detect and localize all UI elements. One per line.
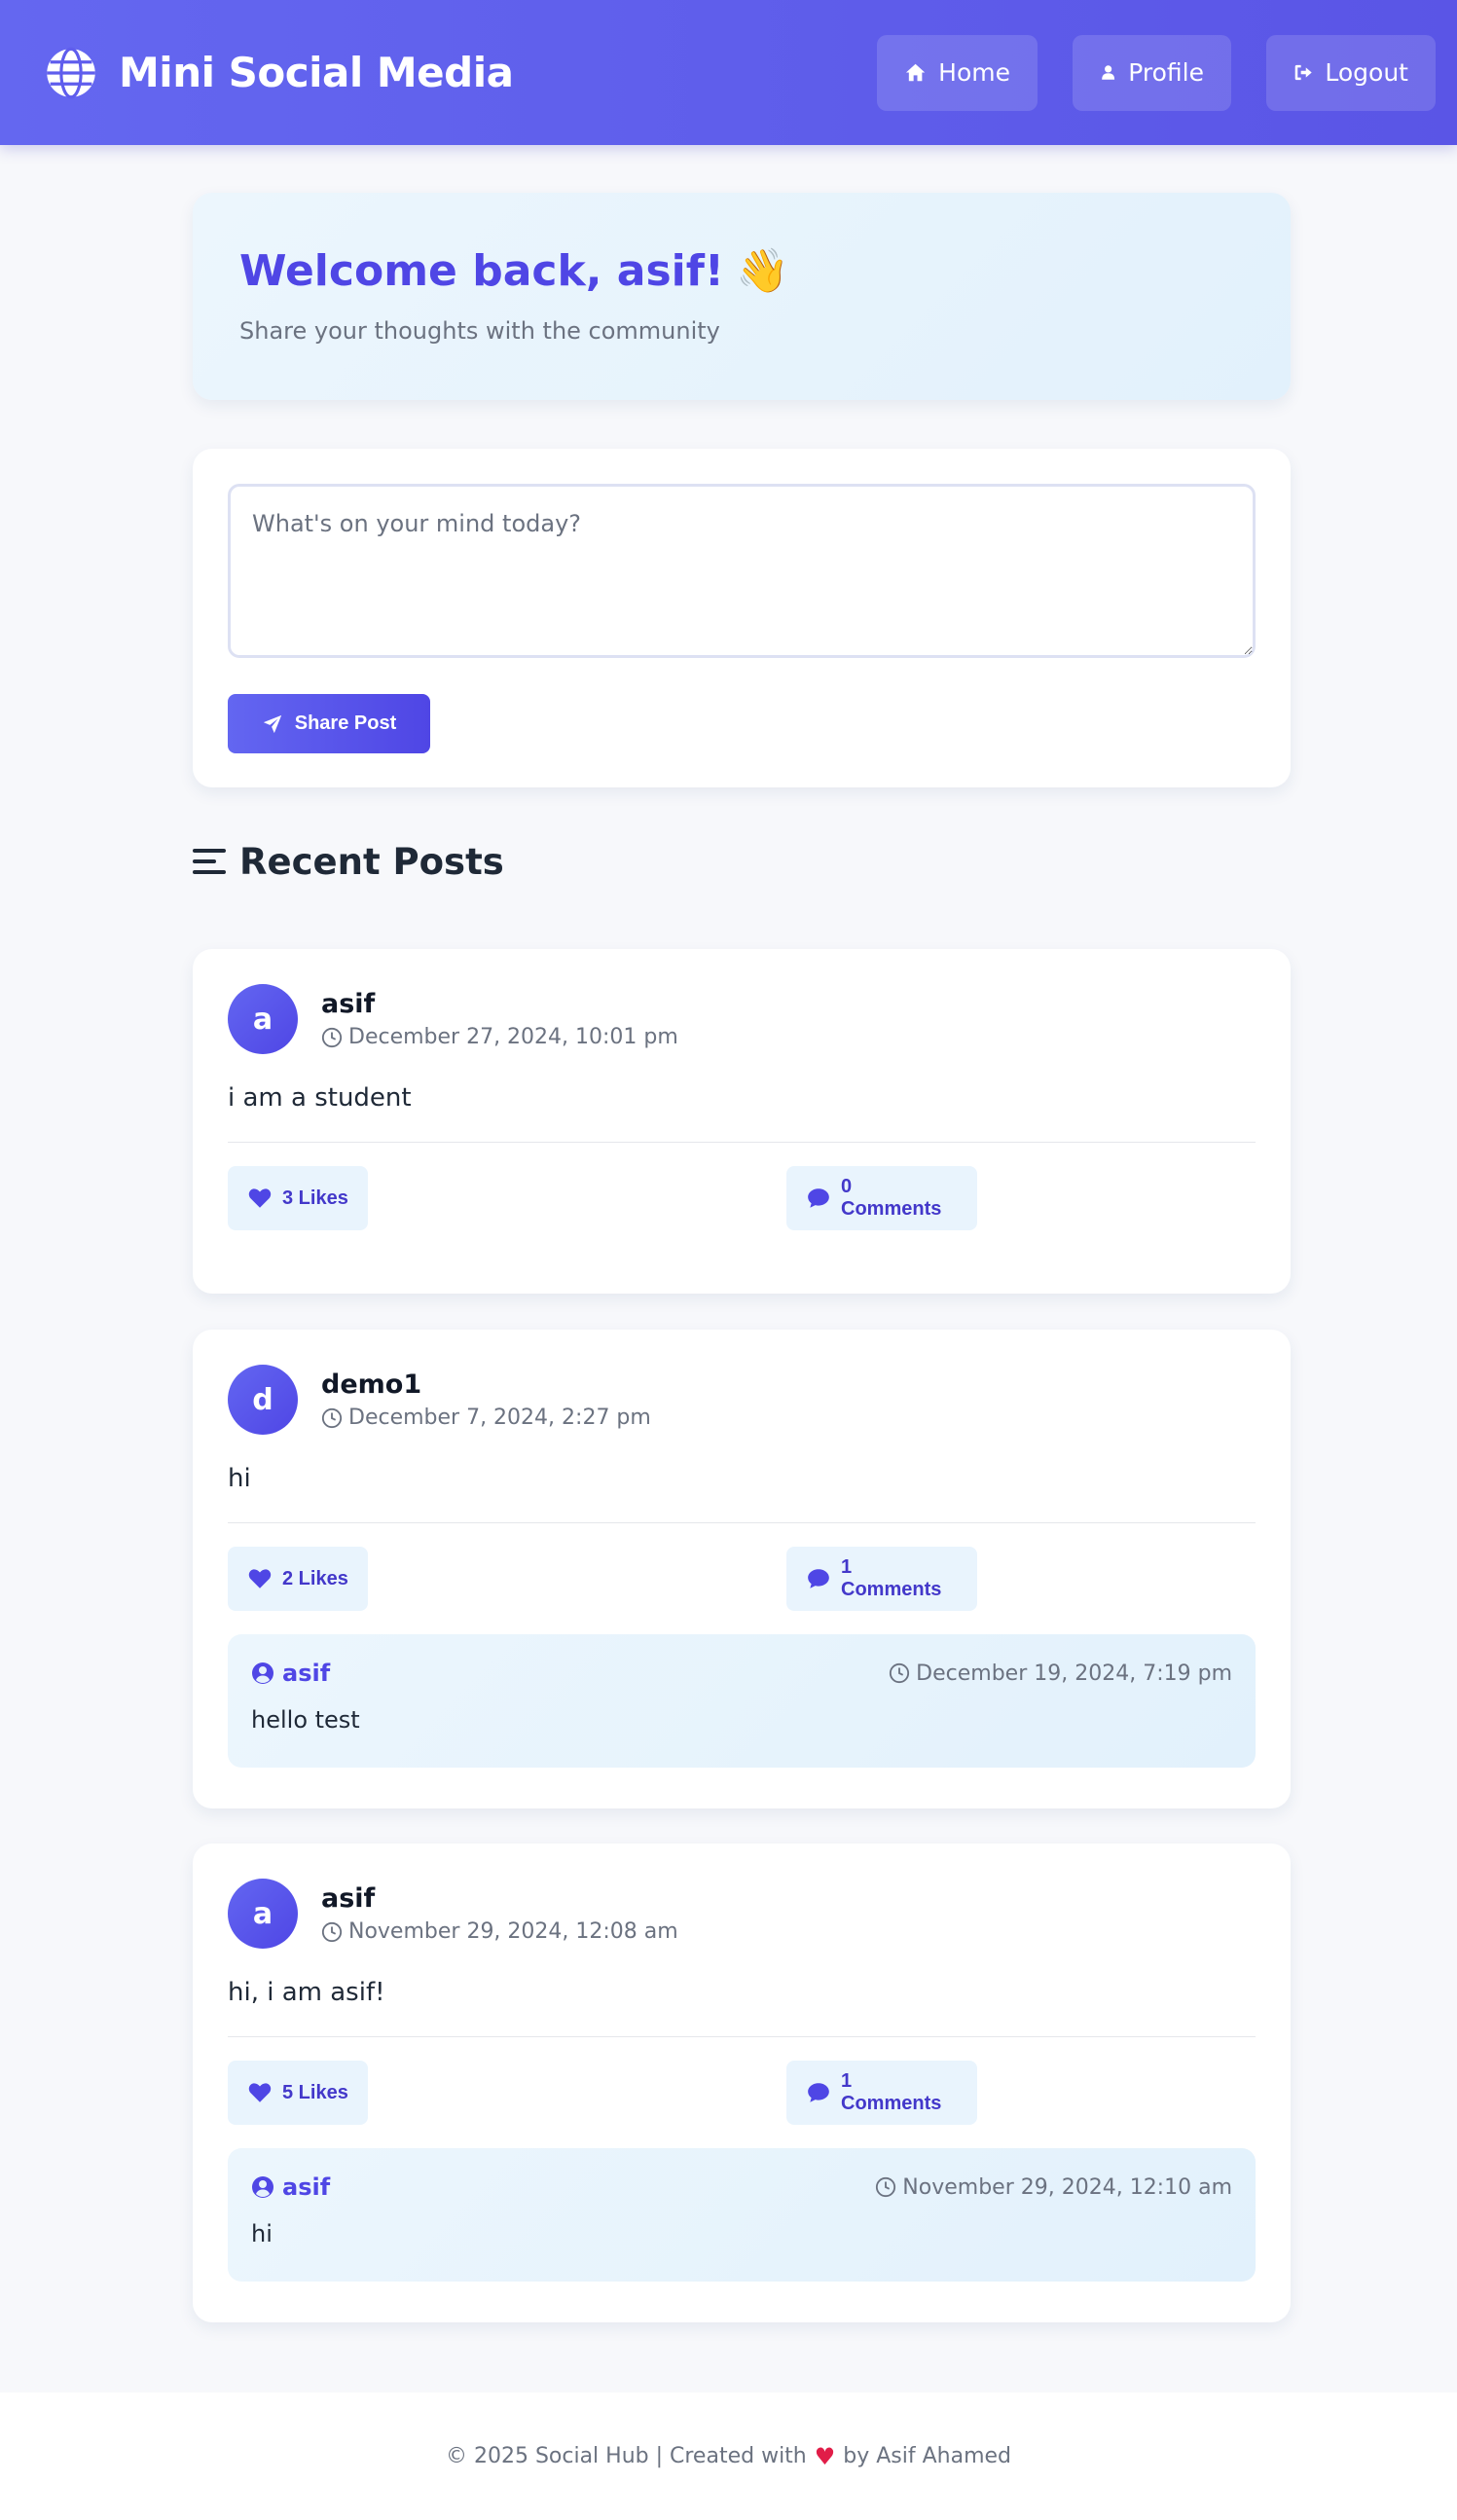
comment-time-text: November 29, 2024, 12:10 am	[902, 2174, 1232, 2200]
post-input[interactable]	[228, 484, 1256, 658]
post-header: a asif November 29, 2024, 12:08 am	[228, 1879, 1256, 1949]
waving-hand-icon: 👋	[735, 246, 789, 296]
like-button[interactable]: 5 Likes	[228, 2061, 368, 2125]
post-header: d demo1 December 7, 2024, 2:27 pm	[228, 1365, 1256, 1435]
avatar[interactable]: a	[228, 984, 298, 1054]
post-card: a asif December 27, 2024, 10:01 pm i am …	[193, 949, 1291, 1294]
comment-item: asif November 29, 2024, 12:10 am hi	[228, 2148, 1256, 2282]
share-post-label: Share Post	[294, 712, 397, 734]
post-time-text: December 27, 2024, 10:01 pm	[348, 1025, 678, 1049]
post-header: a asif December 27, 2024, 10:01 pm	[228, 984, 1256, 1054]
recent-posts-header: Recent Posts	[193, 835, 1291, 888]
clock-icon	[321, 1027, 343, 1047]
comment-count: 0 Comments	[841, 1176, 942, 1220]
post-author[interactable]: asif	[321, 989, 678, 1019]
post-time: December 7, 2024, 2:27 pm	[321, 1406, 651, 1430]
post-card: d demo1 December 7, 2024, 2:27 pm hi 2 L…	[193, 1330, 1291, 1808]
user-icon	[1102, 65, 1115, 80]
comment-time-text: December 19, 2024, 7:19 pm	[916, 1661, 1232, 1686]
avatar[interactable]: a	[228, 1879, 298, 1949]
comment-count: 1 Comments	[841, 1556, 942, 1600]
welcome-heading: Welcome back, asif! 👋	[239, 245, 1244, 297]
nav-home-label: Home	[938, 58, 1010, 87]
globe-icon	[47, 47, 95, 98]
nav-logout-button[interactable]: Logout	[1266, 34, 1436, 111]
clock-icon	[321, 1407, 343, 1428]
comment-author-name: asif	[282, 1660, 331, 1687]
nav-profile-label: Profile	[1128, 58, 1204, 87]
comment-author[interactable]: asif	[251, 2173, 330, 2201]
post-divider	[228, 2036, 1256, 2037]
welcome-card: Welcome back, asif! 👋 Share your thought…	[193, 193, 1291, 400]
comments-button[interactable]: 1 Comments	[786, 1547, 977, 1611]
footer-text-left: © 2025 Social Hub | Created with	[445, 2444, 807, 2468]
user-circle-icon	[252, 2176, 273, 2198]
post-author[interactable]: demo1	[321, 1370, 651, 1400]
heart-icon	[248, 2083, 272, 2102]
like-button[interactable]: 2 Likes	[228, 1547, 368, 1611]
avatar[interactable]: d	[228, 1365, 298, 1435]
like-count: 3 Likes	[282, 1187, 348, 1209]
post-body: i am a student	[228, 1083, 412, 1113]
comment-time: November 29, 2024, 12:10 am	[875, 2175, 1232, 2200]
comments-button[interactable]: 1 Comments	[786, 2061, 977, 2125]
comment-author[interactable]: asif	[251, 1660, 330, 1687]
welcome-subtitle: Share your thoughts with the community	[239, 317, 720, 345]
post-body: hi	[228, 1464, 251, 1493]
app-title: Mini Social Media	[119, 49, 514, 96]
heart-icon: ♥	[814, 2442, 836, 2470]
post-author[interactable]: asif	[321, 1883, 678, 1914]
comment-icon	[808, 2083, 829, 2102]
comments-button[interactable]: 0 Comments	[786, 1166, 977, 1230]
post-divider	[228, 1522, 1256, 1523]
comment-header: asif December 19, 2024, 7:19 pm	[251, 1660, 1232, 1687]
clock-icon	[321, 1921, 343, 1942]
post-card: a asif November 29, 2024, 12:08 am hi, i…	[193, 1844, 1291, 2322]
logout-icon	[1294, 64, 1312, 81]
navbar: Mini Social Media Home Profile Logout	[0, 0, 1457, 145]
clock-icon	[890, 1662, 910, 1684]
post-time-text: December 7, 2024, 2:27 pm	[348, 1406, 651, 1430]
comment-author-name: asif	[282, 2173, 331, 2201]
comment-header: asif November 29, 2024, 12:10 am	[251, 2173, 1232, 2201]
comment-time: December 19, 2024, 7:19 pm	[889, 1662, 1232, 1686]
footer: © 2025 Social Hub | Created with ♥ by As…	[0, 2392, 1457, 2520]
like-count: 5 Likes	[282, 2081, 348, 2103]
brand[interactable]: Mini Social Media	[45, 47, 514, 99]
post-divider	[228, 1142, 1256, 1143]
clock-icon	[876, 2176, 896, 2198]
user-circle-icon	[252, 1662, 273, 1684]
paper-plane-icon	[263, 714, 281, 733]
comment-icon	[808, 1188, 829, 1208]
home-icon	[905, 63, 926, 82]
post-actions: 2 Likes 1 Comments	[228, 1547, 1256, 1611]
nav-logout-label: Logout	[1325, 58, 1408, 87]
post-actions: 5 Likes 1 Comments	[228, 2061, 1256, 2125]
recent-posts-title: Recent Posts	[239, 840, 504, 883]
nav-profile-button[interactable]: Profile	[1073, 34, 1231, 111]
comment-text: hi	[251, 2220, 273, 2247]
comment-item: asif December 19, 2024, 7:19 pm hello te…	[228, 1634, 1256, 1768]
comment-text: hello test	[251, 1706, 360, 1734]
like-count: 2 Likes	[282, 1567, 348, 1589]
share-post-button[interactable]: Share Post	[228, 694, 430, 753]
like-button[interactable]: 3 Likes	[228, 1166, 368, 1230]
bars-icon	[193, 849, 226, 874]
post-time: December 27, 2024, 10:01 pm	[321, 1025, 678, 1049]
welcome-title: Welcome back, asif!	[239, 245, 724, 296]
post-time: November 29, 2024, 12:08 am	[321, 1919, 678, 1944]
post-actions: 3 Likes 0 Comments	[228, 1166, 1256, 1230]
heart-icon	[248, 1569, 272, 1589]
post-body: hi, i am asif!	[228, 1978, 385, 2007]
footer-text-right: by Asif Ahamed	[843, 2444, 1012, 2468]
heart-icon	[248, 1188, 272, 1208]
comment-count: 1 Comments	[841, 2070, 942, 2114]
nav-home-button[interactable]: Home	[877, 34, 1038, 111]
post-composer: Share Post	[193, 449, 1291, 787]
nav-links: Home Profile Logout	[877, 34, 1436, 111]
post-time-text: November 29, 2024, 12:08 am	[348, 1919, 678, 1944]
comment-icon	[808, 1569, 829, 1589]
